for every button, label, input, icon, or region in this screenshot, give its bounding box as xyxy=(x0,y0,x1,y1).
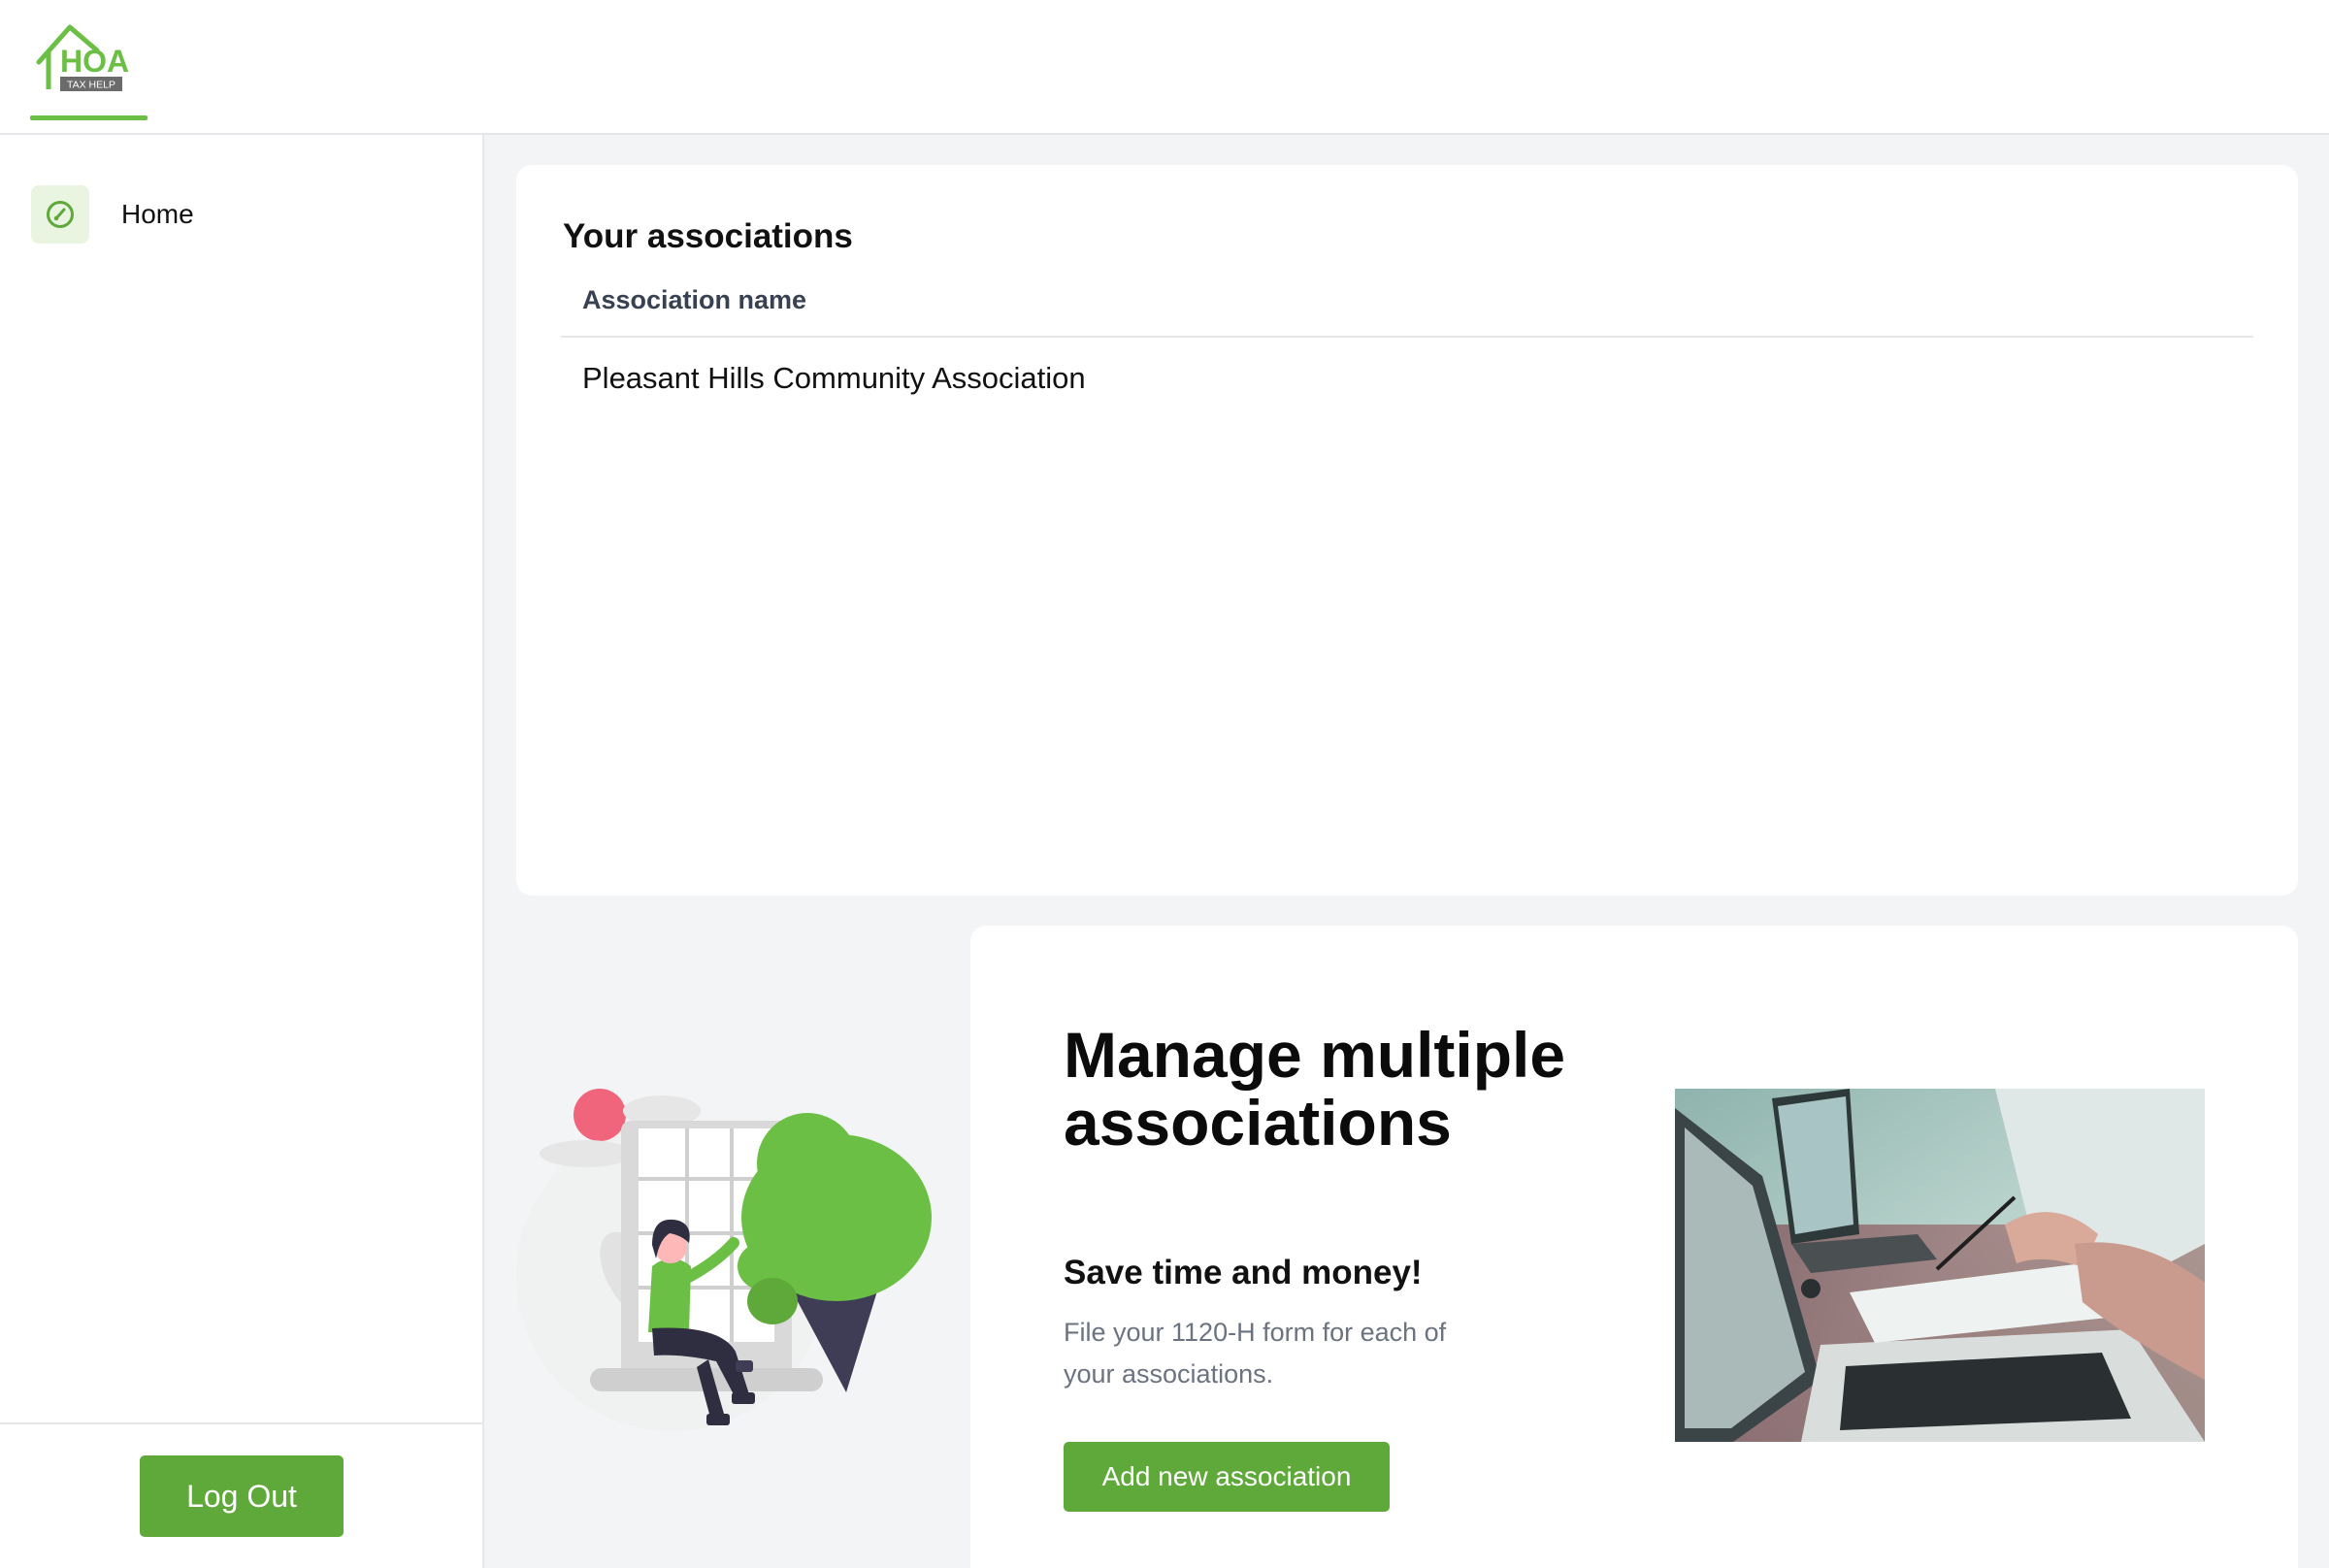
associations-card: Your associations Association name Pleas… xyxy=(516,165,2298,896)
top-bar: HOA TAX HELP xyxy=(0,0,2329,135)
promo-title: Manage multiple associations xyxy=(1064,1019,1566,1159)
logo-main-text: HOA xyxy=(60,44,129,79)
hoa-tax-help-logo[interactable]: HOA TAX HELP xyxy=(35,21,142,97)
column-header-association-name: Association name xyxy=(582,285,807,314)
logo-sub-text: TAX HELP xyxy=(67,80,115,91)
table-row[interactable]: Pleasant Hills Community Association xyxy=(561,349,2253,415)
sidebar-footer: Log Out xyxy=(0,1422,482,1568)
sidebar: Home Log Out xyxy=(0,135,484,1568)
woman-by-window-illustration xyxy=(516,1089,932,1431)
sidebar-item-label: Home xyxy=(121,199,194,229)
sidebar-item-home[interactable]: Home xyxy=(31,185,194,244)
promo-description: File your 1120-H form for each of your a… xyxy=(1064,1318,1447,1388)
laptops-meeting-photo xyxy=(1675,1089,2205,1442)
promo-subtitle: Save time and money! xyxy=(1064,1254,1423,1291)
associations-title: Your associations xyxy=(563,217,853,255)
logo-active-underline xyxy=(30,115,148,120)
dashboard-gauge-icon xyxy=(31,185,89,244)
add-new-association-button[interactable]: Add new association xyxy=(1064,1442,1390,1512)
association-name-cell: Pleasant Hills Community Association xyxy=(582,361,1086,395)
promo-card: Manage multiple associations Save time a… xyxy=(970,926,2298,1568)
table-divider xyxy=(561,336,2253,338)
log-out-button[interactable]: Log Out xyxy=(140,1455,344,1537)
